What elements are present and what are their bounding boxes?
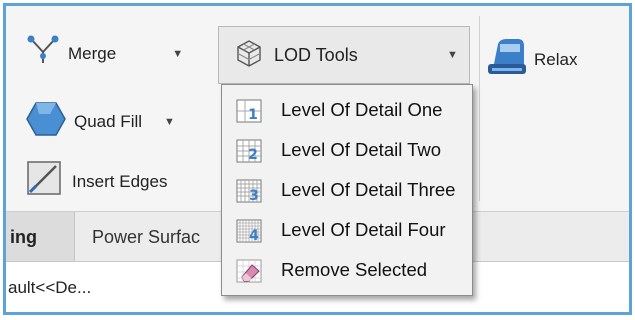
lod-two-icon: 2 — [236, 139, 262, 168]
insert-edges-label: Insert Edges — [72, 171, 168, 191]
lod-tools-dropdown[interactable]: LOD Tools ▼ — [218, 26, 470, 84]
menu-item-lod-three[interactable]: 3 Level Of Detail Three — [222, 171, 472, 209]
lod-cube-icon — [234, 38, 264, 73]
insert-edges-icon — [26, 160, 64, 203]
menu-item-label: Level Of Detail Three — [281, 179, 456, 200]
merge-icon — [26, 34, 60, 73]
lod-tools-dropdown-arrow[interactable]: ▼ — [447, 49, 458, 61]
svg-text:1: 1 — [248, 107, 258, 123]
insert-edges-button[interactable]: Insert Edges — [26, 160, 167, 203]
merge-label: Merge — [68, 43, 117, 63]
quad-fill-button[interactable]: Quad Fill ▼ — [26, 100, 175, 143]
relax-button[interactable]: Relax — [486, 36, 577, 83]
svg-text:2: 2 — [248, 147, 258, 163]
lod-tools-label: LOD Tools — [274, 44, 358, 65]
menu-item-label: Level Of Detail One — [281, 99, 443, 120]
quad-fill-label: Quad Fill — [74, 111, 143, 131]
svg-text:3: 3 — [249, 188, 259, 203]
merge-button[interactable]: Merge ▼ — [26, 34, 183, 73]
ribbon-separator — [479, 16, 480, 201]
lod-three-icon: 3 — [236, 179, 262, 208]
menu-item-label: Remove Selected — [281, 259, 428, 280]
menu-item-remove-selected[interactable]: Remove Selected — [222, 251, 472, 289]
menu-item-lod-two[interactable]: 2 Level Of Detail Two — [222, 131, 472, 169]
quad-fill-dropdown-arrow[interactable]: ▼ — [164, 116, 175, 128]
tab-modeling[interactable]: ing — [6, 212, 75, 262]
app-frame: Merge ▼ Quad Fill ▼ Insert Edges LOD Too… — [3, 3, 632, 315]
quad-fill-icon — [26, 100, 66, 143]
relax-icon — [486, 36, 530, 83]
menu-item-lod-one[interactable]: 1 Level Of Detail One — [222, 91, 472, 129]
menu-item-label: Level Of Detail Four — [281, 219, 446, 240]
merge-dropdown-arrow[interactable]: ▼ — [172, 48, 183, 60]
svg-text:4: 4 — [249, 228, 259, 243]
menu-item-lod-four[interactable]: 4 Level Of Detail Four — [222, 211, 472, 249]
menu-item-label: Level Of Detail Two — [281, 139, 442, 160]
relax-label: Relax — [534, 49, 578, 69]
lod-four-icon: 4 — [236, 219, 262, 248]
lod-one-icon: 1 — [236, 99, 262, 128]
lod-tools-menu: 1 Level Of Detail One 2 Level Of Detail … — [221, 84, 473, 296]
eraser-icon — [236, 259, 262, 288]
tab-power-surfacing[interactable]: Power Surfac — [75, 212, 225, 262]
content-text: ault<<De... — [8, 278, 92, 297]
